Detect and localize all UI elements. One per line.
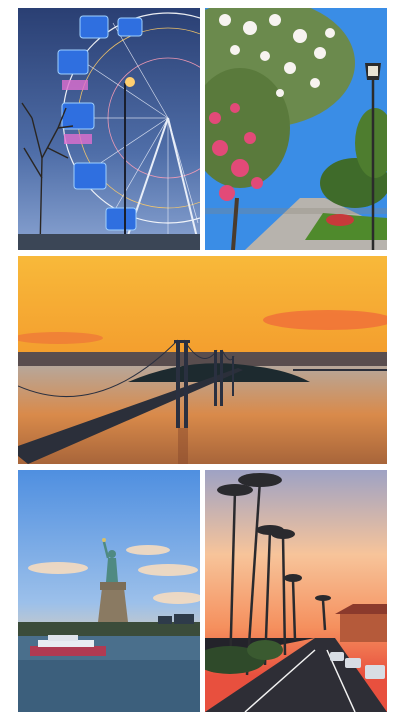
photo-ferris-wheel: [18, 8, 200, 250]
photo-flowering-street: [205, 8, 387, 250]
photo-statue-of-liberty: [18, 470, 200, 712]
photo-bay-bridge-sunset: [18, 256, 387, 464]
photo-palm-road-sunset: [205, 470, 387, 712]
